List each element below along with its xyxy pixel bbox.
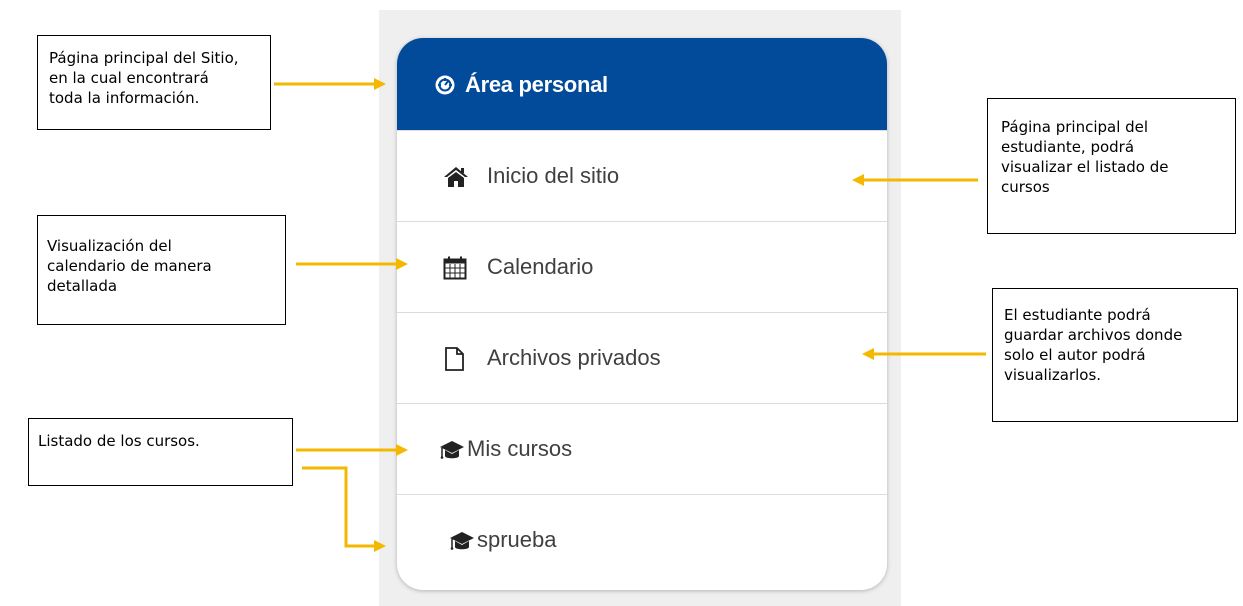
arrow-elbow [302,466,386,552]
arrow-right [296,444,408,456]
arrow-right [296,258,408,270]
arrow-left [852,174,978,186]
arrow-right [274,78,386,90]
arrow-left [862,348,986,360]
annotation-arrows [274,78,986,552]
